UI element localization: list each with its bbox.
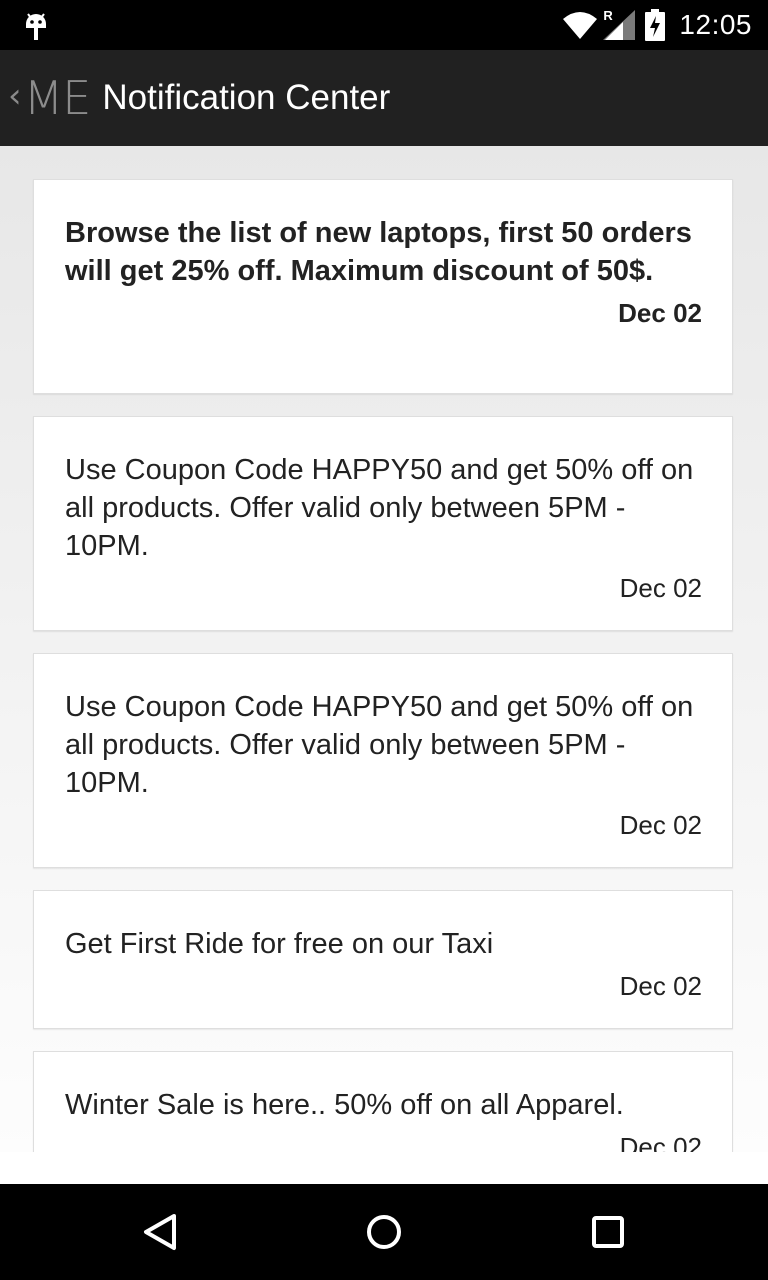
back-triangle-icon[interactable] xyxy=(130,1202,190,1262)
notification-message: Get First Ride for free on our Taxi xyxy=(65,928,494,960)
roaming-label: R xyxy=(603,8,613,23)
notification-date: Dec 02 xyxy=(619,573,702,603)
app-logo: ME xyxy=(23,71,92,125)
status-bar: R 12:05 xyxy=(0,0,768,50)
navigation-bar xyxy=(0,1184,768,1280)
chevron-left-icon: ‹ xyxy=(8,76,22,116)
wifi-icon xyxy=(563,11,598,39)
recents-square-icon[interactable] xyxy=(578,1202,638,1262)
notification-message: Use Coupon Code HAPPY50 and get 50% off … xyxy=(65,454,694,562)
home-circle-icon[interactable] xyxy=(354,1202,414,1262)
list-footer xyxy=(0,1152,768,1184)
notification-message: Browse the list of new laptops, first 50… xyxy=(65,217,692,287)
notification-card[interactable]: Use Coupon Code HAPPY50 and get 50% off … xyxy=(33,416,733,631)
page-title: Notification Center xyxy=(102,78,391,117)
cell-signal-icon: R xyxy=(603,8,636,40)
notification-date: Dec 02 xyxy=(619,1132,702,1152)
notification-message: Winter Sale is here.. 50% off on all App… xyxy=(65,1089,624,1121)
notification-card[interactable]: Winter Sale is here.. 50% off on all App… xyxy=(33,1051,733,1152)
notification-card[interactable]: Get First Ride for free on our Taxi Dec … xyxy=(33,890,733,1029)
notification-card[interactable]: Use Coupon Code HAPPY50 and get 50% off … xyxy=(33,653,733,868)
app-bar: ‹ ME Notification Center xyxy=(0,50,768,146)
notification-message: Use Coupon Code HAPPY50 and get 50% off … xyxy=(65,691,694,799)
notification-date: Dec 02 xyxy=(619,810,702,840)
clock: 12:05 xyxy=(679,9,752,40)
android-icon xyxy=(22,10,50,42)
notification-date: Dec 02 xyxy=(618,298,702,328)
notification-card[interactable]: Browse the list of new laptops, first 50… xyxy=(33,179,733,394)
notification-date: Dec 02 xyxy=(619,971,702,1001)
back-button[interactable]: ‹ ME xyxy=(0,50,92,146)
battery-charging-icon xyxy=(645,9,666,41)
notification-list[interactable]: Browse the list of new laptops, first 50… xyxy=(0,146,768,1152)
